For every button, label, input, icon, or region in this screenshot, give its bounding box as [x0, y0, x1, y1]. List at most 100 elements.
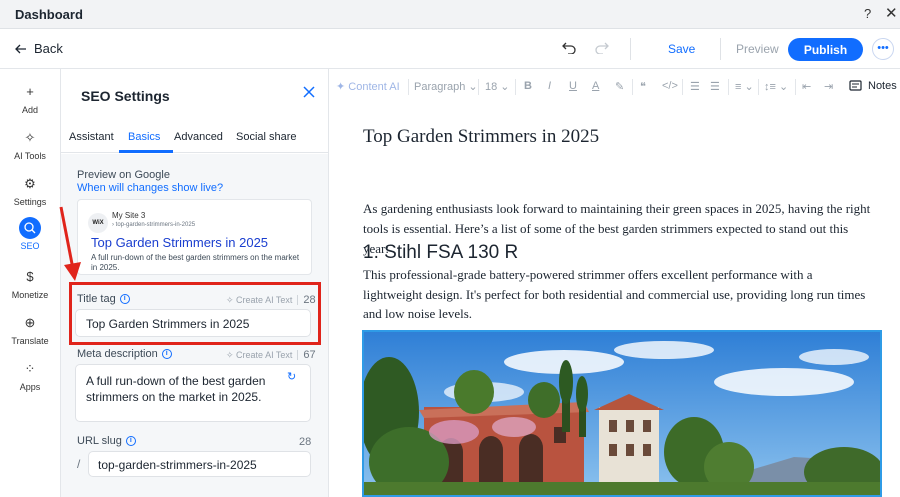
tab-basics[interactable]: Basics [128, 131, 160, 143]
rail-item-monetize[interactable]: $ Monetize [0, 266, 60, 300]
align-icon[interactable]: ≡ ⌄ [735, 80, 754, 93]
window-title: Dashboard [15, 7, 83, 22]
rail-label: Monetize [11, 290, 49, 300]
font-size-select[interactable]: 18 ⌄ [485, 80, 510, 93]
preview-on-google-label: Preview on Google [77, 169, 170, 181]
divider [728, 79, 729, 95]
notes-icon [849, 80, 862, 91]
meta-description-label: Meta description i [77, 348, 172, 360]
title-tag-highlight-box [69, 282, 321, 345]
document-canvas: Top Garden Strimmers in 2025 As gardenin… [330, 105, 900, 497]
changes-live-link[interactable]: When will changes show live? [77, 182, 223, 194]
undo-icon[interactable] [562, 40, 576, 58]
seo-tabs: Assistant Basics Advanced Social share [61, 125, 328, 153]
search-icon [19, 217, 41, 239]
divider [632, 79, 633, 95]
divider [515, 79, 516, 95]
rail-item-settings[interactable]: ⚙ Settings [0, 173, 60, 207]
url-slug-char-count: 28 [299, 436, 312, 448]
meta-description-input[interactable]: A full run-down of the best garden strim… [75, 364, 311, 422]
preview-title: Top Garden Strimmers in 2025 [91, 235, 269, 250]
rail-label: Apps [19, 382, 41, 392]
code-icon[interactable]: </> [662, 80, 678, 92]
notes-button[interactable]: Notes [849, 80, 897, 92]
line-spacing-icon[interactable]: ↕≡ ⌄ [764, 80, 788, 93]
rail-label: SEO [20, 241, 40, 251]
left-rail: + Add ✧ AI Tools ⚙ Settings SEO $ Moneti… [0, 69, 61, 497]
redo-icon[interactable] [595, 40, 609, 58]
rail-label: AI Tools [14, 151, 46, 161]
text-color-icon[interactable]: A [592, 80, 599, 92]
tab-advanced[interactable]: Advanced [174, 131, 223, 143]
panel-title: SEO Settings [81, 88, 170, 104]
divider [758, 79, 759, 95]
highlight-icon[interactable]: ✎ [615, 80, 624, 93]
preview-button[interactable]: Preview [736, 42, 779, 56]
close-window-icon[interactable]: ✕ [885, 4, 898, 22]
divider [795, 79, 796, 95]
publish-button[interactable]: Publish [788, 38, 863, 61]
quote-icon[interactable]: ❝ [640, 80, 646, 93]
url-slug-input[interactable]: top-garden-strimmers-in-2025 [88, 451, 311, 477]
section-heading[interactable]: 1. Stihl FSA 130 R [363, 242, 518, 264]
arrow-left-icon [15, 44, 26, 53]
divider [478, 79, 479, 95]
rail-item-ai-tools[interactable]: ✧ AI Tools [0, 127, 60, 161]
save-button[interactable]: Save [668, 42, 695, 56]
underline-icon[interactable]: U [569, 80, 577, 92]
bullet-list-icon[interactable]: ☰ [710, 80, 720, 93]
back-label: Back [34, 41, 63, 56]
editor-toolbar: Back Save Preview Publish ••• [0, 29, 900, 69]
preview-url: › top-garden-strimmers-in-2025 [112, 222, 196, 228]
rail-label: Add [21, 105, 38, 115]
bold-icon[interactable]: B [524, 80, 532, 92]
divider [408, 79, 409, 95]
info-icon[interactable]: i [125, 436, 136, 446]
plus-icon: + [26, 84, 34, 99]
more-options-icon[interactable]: ••• [872, 38, 894, 60]
refresh-icon[interactable]: ↻ [287, 370, 296, 383]
rail-label: Settings [13, 197, 47, 207]
url-slug-label: URL slug i [77, 435, 136, 447]
rail-item-seo[interactable]: SEO [0, 217, 60, 251]
toolbar-divider [630, 38, 631, 60]
tab-social-share[interactable]: Social share [236, 131, 297, 143]
rail-item-add[interactable]: + Add [0, 81, 60, 115]
outdent-icon[interactable]: ⇤ [802, 80, 811, 93]
rail-item-translate[interactable]: ⊕ Translate [0, 312, 60, 346]
rail-item-apps[interactable]: ⁘ Apps [0, 358, 60, 392]
globe-icon: ⊕ [24, 315, 36, 330]
content-ai-button[interactable]: ✦ Content AI [336, 80, 400, 93]
rail-label: Translate [11, 336, 49, 346]
numbered-list-icon[interactable]: ☰ [690, 80, 700, 93]
url-slug-prefix: / [77, 457, 81, 471]
create-ai-text-button[interactable]: ✧ Create AI Text [226, 350, 292, 361]
document-title[interactable]: Top Garden Strimmers in 2025 [363, 126, 599, 148]
villa-photo[interactable] [362, 330, 882, 497]
info-icon[interactable]: i [161, 349, 172, 359]
dollar-icon: $ [26, 269, 34, 284]
active-tab-indicator [119, 150, 173, 153]
window-title-bar: Dashboard ? ✕ [0, 0, 900, 29]
indent-icon[interactable]: ⇥ [824, 80, 833, 93]
apps-icon: ⁘ [24, 361, 36, 376]
back-button[interactable]: Back [15, 41, 63, 56]
villa-illustration [364, 332, 880, 495]
divider [297, 350, 299, 360]
body-paragraph[interactable]: This professional-grade battery-powered … [363, 265, 873, 324]
paragraph-style-select[interactable]: Paragraph ⌄ [414, 80, 478, 93]
close-panel-icon[interactable] [303, 85, 315, 103]
divider [682, 79, 683, 95]
preview-site-name: My Site 3 [112, 211, 146, 220]
formatting-toolbar: ✦ Content AI Paragraph ⌄ 18 ⌄ B I U A ✎ … [330, 69, 900, 105]
google-preview-card: WiX My Site 3 › top-garden-strimmers-in-… [77, 199, 312, 275]
help-icon[interactable]: ? [864, 6, 871, 21]
italic-icon[interactable]: I [548, 80, 551, 92]
tab-assistant[interactable]: Assistant [69, 131, 114, 143]
meta-description-meta: ✧ Create AI Text 67 [226, 349, 316, 361]
gear-icon: ⚙ [24, 176, 36, 191]
preview-description: A full run-down of the best garden strim… [91, 253, 300, 272]
sparkle-icon: ✧ [24, 130, 36, 145]
toolbar-divider [720, 38, 721, 60]
annotation-arrow-icon [59, 206, 81, 281]
